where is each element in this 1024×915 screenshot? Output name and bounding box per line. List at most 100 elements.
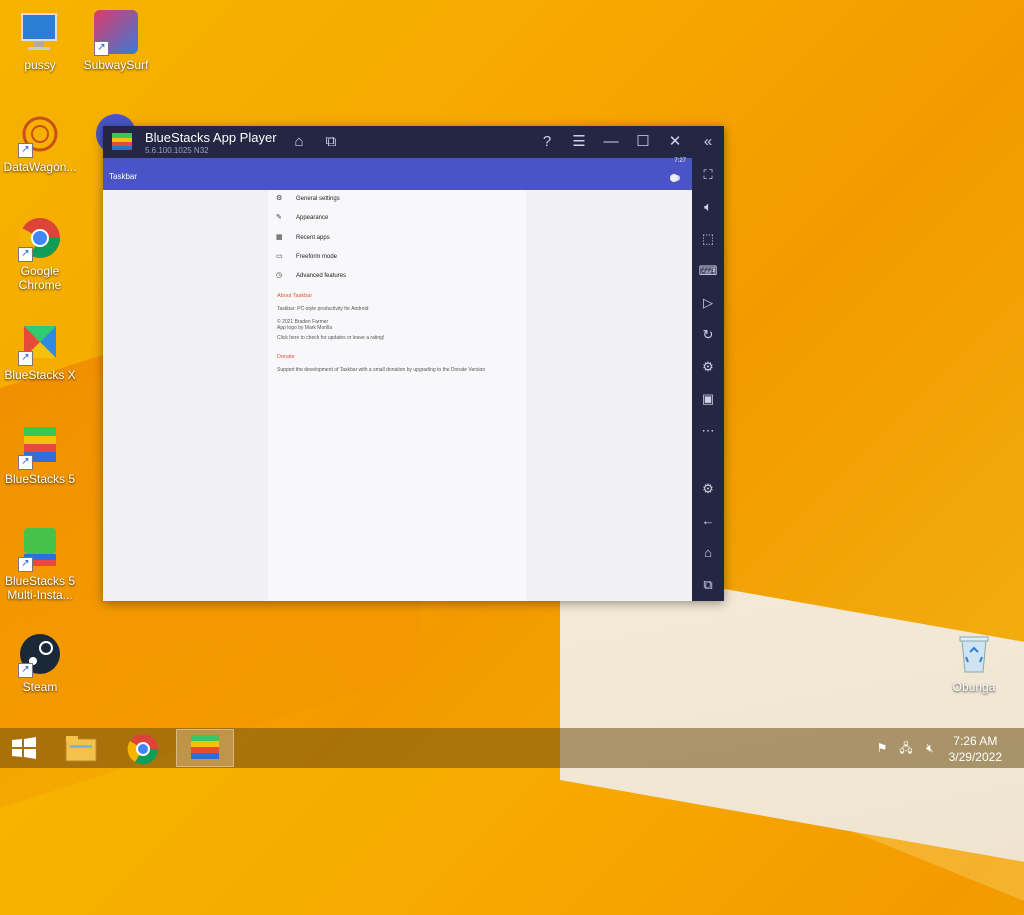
donate-text[interactable]: Support the development of Taskbar with … xyxy=(277,367,517,373)
desktop-icon-subwaysurf[interactable]: ↗ SubwaySurf xyxy=(76,10,156,72)
desktop-icon-label: BlueStacks 5 Multi-Insta... xyxy=(4,574,76,602)
close-icon[interactable]: ✕ xyxy=(665,132,685,152)
window-title: BlueStacks App Player xyxy=(145,130,277,145)
desktop-icon-label: BlueStacks 5 xyxy=(4,472,76,486)
collapse-sidebar-icon[interactable]: « xyxy=(698,132,718,152)
shortcut-arrow-icon: ↗ xyxy=(18,247,33,262)
shortcut-arrow-icon: ↗ xyxy=(18,663,33,678)
windows-start-icon[interactable] xyxy=(10,737,38,759)
network-icon[interactable]: 🖧︎ xyxy=(898,740,914,756)
back-icon[interactable]: ← xyxy=(696,510,720,532)
pointer-icon[interactable]: ⬚ xyxy=(696,228,720,250)
brush-icon: ✎ xyxy=(276,214,282,221)
action-center-flag-icon[interactable]: ⚑ xyxy=(874,740,890,756)
multi-instance-icon[interactable]: ⧉ xyxy=(321,132,341,152)
android-screen: 7:27 Taskbar ⚙ General settings ✎ Appearan… xyxy=(103,158,692,601)
android-home-icon[interactable]: ⌂ xyxy=(696,542,720,564)
subway-surfers-icon: ↗ xyxy=(94,10,138,56)
shortcut-arrow-icon: ↗ xyxy=(18,351,33,366)
desktop-icon-steam[interactable]: ↗ Steam xyxy=(0,632,80,694)
about-updates-link[interactable]: Click here to check for updates or leave… xyxy=(277,335,517,341)
desktop-icon-bluestacks-5[interactable]: ↗ BlueStacks 5 xyxy=(0,424,80,486)
setting-recent-apps[interactable]: ▦ Recent apps xyxy=(276,233,330,243)
shortcut-arrow-icon: ↗ xyxy=(18,557,33,572)
chrome-icon xyxy=(127,734,159,765)
about-description[interactable]: Taskbar: PC-style productivity for Andro… xyxy=(277,306,517,312)
steam-icon: ↗ xyxy=(18,632,62,678)
taskbar-bluestacks[interactable] xyxy=(176,729,234,767)
clock-date: 3/29/2022 xyxy=(948,750,1002,764)
wallpaper-shape xyxy=(560,560,1024,872)
desktop-icon-label: DataWagon... xyxy=(3,160,77,174)
volume-muted-icon[interactable]: 🔇︎ xyxy=(922,740,938,756)
setting-label: Recent apps xyxy=(296,235,330,241)
window-version: 5.6.100.1025 N32 xyxy=(145,146,209,155)
menu-icon[interactable]: ☰ xyxy=(569,132,589,152)
record-icon[interactable]: ▷ xyxy=(696,292,720,314)
fullscreen-icon[interactable]: ⛶ xyxy=(696,164,720,186)
bluestacks-multi-instance-icon: ↗ xyxy=(18,526,62,572)
desktop-icon-label: pussy xyxy=(24,58,56,72)
chrome-icon: ↗ xyxy=(18,216,62,262)
window-icon: ▭ xyxy=(276,253,283,260)
bluestacks-x-icon: ↗ xyxy=(18,320,62,366)
help-icon[interactable]: ? xyxy=(537,132,557,152)
setting-label: Appearance xyxy=(296,215,329,221)
system-clock[interactable]: 7:26 AM 3/29/2022 xyxy=(949,733,1002,765)
keyboard-icon[interactable]: ⌨ xyxy=(696,260,720,282)
desktop-icon-datawagon[interactable]: ↗ DataWagon... xyxy=(0,112,80,174)
title-bar[interactable]: BlueStacks App Player 5.6.100.1025 N32 ⌂… xyxy=(103,126,724,158)
datawagon-icon: ↗ xyxy=(18,112,62,158)
recent-apps-icon[interactable]: ⧉ xyxy=(696,574,720,596)
desktop-icon-chrome[interactable]: ↗ Google Chrome xyxy=(0,216,80,292)
about-logo-credit: App logo by Mark Morilla xyxy=(277,325,333,331)
bluestacks-logo-icon xyxy=(111,132,133,152)
windows-taskbar: ⚑ 🖧︎ 🔇︎ 7:26 AM 3/29/2022 xyxy=(0,728,1024,768)
desktop-icon-label: SubwaySurf xyxy=(83,58,149,72)
bluestacks-icon xyxy=(191,735,219,759)
recycle-bin-icon xyxy=(952,632,996,676)
setting-advanced[interactable]: ◷ Advanced features xyxy=(276,271,346,281)
desktop-icon-bluestacks-multi[interactable]: ↗ BlueStacks 5 Multi-Insta... xyxy=(0,526,80,602)
about-heading: About Taskbar xyxy=(277,293,313,299)
desktop-icon-bluestacks-x[interactable]: ↗ BlueStacks X xyxy=(0,320,80,382)
setting-general[interactable]: ⚙ General settings xyxy=(276,194,340,204)
setting-label: Advanced features xyxy=(296,273,347,279)
setting-label: General settings xyxy=(296,196,340,202)
bluestacks-sidebar: ⛶ 🔈︎ ⬚ ⌨ ▷ ↻ ⚙ ▣ ⋯ ⚙ ← ⌂ ⧉ xyxy=(692,158,724,601)
desktop-icon-label: Obunga xyxy=(952,680,996,694)
maximize-icon[interactable]: ☐ xyxy=(633,132,653,152)
setting-label: Freeform mode xyxy=(296,254,338,260)
clock-icon: ◷ xyxy=(276,272,283,279)
desktop-icon-recycle-bin[interactable]: Obunga xyxy=(934,632,1014,694)
grid-icon: ▦ xyxy=(276,234,283,241)
macro-icon[interactable]: ⚙ xyxy=(696,356,720,378)
setting-freeform[interactable]: ▭ Freeform mode xyxy=(276,252,337,262)
setting-appearance[interactable]: ✎ Appearance xyxy=(276,213,328,223)
app-bar: Taskbar xyxy=(103,164,692,190)
desktop-icon-label: Google Chrome xyxy=(18,264,62,292)
bluestacks-window: BlueStacks App Player 5.6.100.1025 N32 ⌂… xyxy=(103,126,724,601)
settings-content: ⚙ General settings ✎ Appearance ▦ Recent ap… xyxy=(268,190,526,601)
volume-icon[interactable]: 🔈︎ xyxy=(696,196,720,218)
taskbar-toggle[interactable] xyxy=(670,174,680,182)
taskbar-file-explorer[interactable] xyxy=(52,729,110,767)
more-icon[interactable]: ⋯ xyxy=(696,420,720,442)
shortcut-arrow-icon: ↗ xyxy=(94,41,109,56)
app-title: Taskbar xyxy=(109,172,138,181)
minimize-icon[interactable]: — xyxy=(601,132,621,152)
clock-time: 7:26 AM xyxy=(953,734,998,748)
bluestacks-icon: ↗ xyxy=(18,424,62,470)
install-apk-icon[interactable]: ▣ xyxy=(696,388,720,410)
home-icon[interactable]: ⌂ xyxy=(289,132,309,152)
settings-icon[interactable]: ⚙ xyxy=(696,478,720,500)
shortcut-arrow-icon: ↗ xyxy=(18,455,33,470)
rotate-icon[interactable]: ↻ xyxy=(696,324,720,346)
desktop-icon-computer[interactable]: pussy xyxy=(0,10,80,72)
taskbar-chrome[interactable] xyxy=(114,729,172,767)
folder-icon xyxy=(65,736,97,762)
gear-icon: ⚙ xyxy=(276,195,283,202)
shortcut-arrow-icon: ↗ xyxy=(18,143,33,158)
desktop-icon-label: Steam xyxy=(22,680,58,694)
computer-icon xyxy=(18,10,62,54)
